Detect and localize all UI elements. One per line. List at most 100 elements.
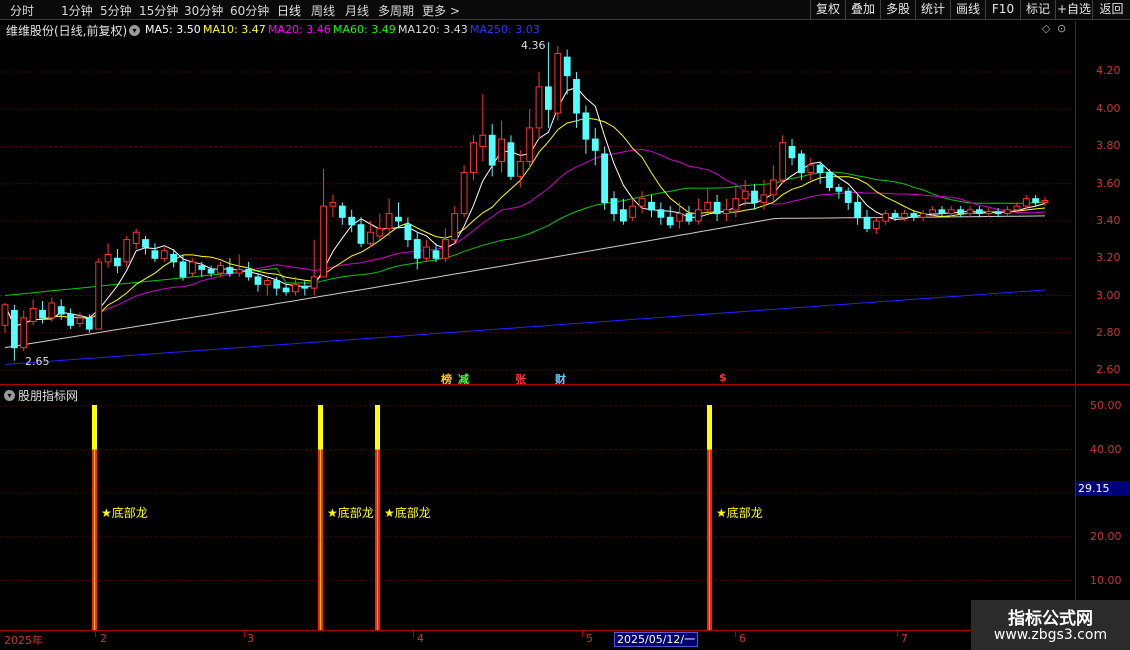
candle-up — [732, 198, 740, 211]
tab-multi-period[interactable]: 多周期 — [378, 2, 414, 19]
candle-up — [479, 134, 487, 148]
candle-up — [76, 317, 84, 324]
price-tick: 3.60 — [1096, 177, 1121, 190]
tab-15min[interactable]: 15分钟 — [139, 2, 178, 19]
candle-up — [901, 213, 908, 218]
tab-fenshi[interactable]: 分时 — [10, 2, 34, 19]
candle-up — [526, 127, 534, 162]
candle-down — [198, 265, 206, 270]
candle-up — [723, 209, 730, 215]
date-label: 7 — [901, 632, 908, 645]
tab-60min[interactable]: 60分钟 — [230, 2, 269, 19]
price-tick: 3.20 — [1096, 251, 1121, 264]
signal-bar-core — [94, 449, 95, 630]
candle-down — [994, 211, 1002, 215]
candle-down — [39, 309, 46, 319]
candle-down — [591, 138, 599, 151]
ma10-label: MA10: 3.47 — [203, 23, 266, 36]
add-watchlist-button[interactable]: +自选 — [1055, 0, 1092, 20]
candle-up — [1, 304, 9, 326]
price-tick: 2.60 — [1096, 363, 1121, 376]
low-annotation: 2.65 — [25, 355, 50, 368]
ma20-label: MA20: 3.46 — [268, 23, 331, 36]
candle-up — [807, 164, 815, 173]
restore-rights-button[interactable]: 复权 — [810, 0, 845, 20]
tab-30min[interactable]: 30分钟 — [184, 2, 223, 19]
date-axis: 2025年 2 3 4 5 6 7 2025/05/12/一 — [0, 630, 1075, 650]
candle-down — [713, 201, 721, 215]
candle-down — [114, 257, 121, 267]
candle-down — [573, 79, 580, 114]
candle-down — [404, 224, 412, 241]
candle-up — [217, 265, 224, 274]
candle-up — [779, 142, 787, 181]
tab-weekly[interactable]: 周线 — [311, 2, 335, 19]
watermark-url: www.zbgs3.com — [993, 627, 1108, 643]
chevron-down-icon[interactable]: ▾ — [129, 25, 140, 36]
statistics-button[interactable]: 统计 — [915, 0, 950, 20]
date-label: 4 — [417, 632, 424, 645]
overlay-button[interactable]: 叠加 — [845, 0, 880, 20]
candle-up — [1041, 200, 1049, 203]
candle-down — [395, 216, 402, 222]
indicator-chart[interactable] — [0, 385, 1075, 630]
mark-button[interactable]: 标记 — [1020, 0, 1055, 20]
candle-down — [854, 201, 862, 218]
date-separator — [413, 631, 414, 637]
candle-up — [320, 205, 328, 278]
candle-up — [535, 86, 543, 129]
tab-monthly[interactable]: 月线 — [345, 2, 369, 19]
diamond-icon[interactable]: ◇ — [1042, 22, 1050, 35]
event-marker-dollar[interactable]: $ — [719, 371, 727, 384]
candle-up — [1022, 198, 1030, 207]
date-label: 2025年 — [4, 634, 43, 647]
tab-daily[interactable]: 日线 — [277, 2, 301, 19]
tab-more[interactable]: 更多 > — [422, 2, 460, 19]
candle-down — [179, 261, 187, 278]
multi-stock-button[interactable]: 多股 — [880, 0, 915, 20]
candle-up — [123, 239, 131, 263]
high-annotation: 4.36 — [521, 39, 546, 52]
candle-up — [20, 317, 28, 349]
signal-bar-cap — [92, 405, 97, 450]
indicator-tick: 20.00 — [1090, 530, 1122, 543]
candle-up — [104, 254, 112, 263]
indicator-axis — [1075, 385, 1130, 630]
candle-up — [929, 209, 937, 215]
tab-1min[interactable]: 1分钟 — [61, 2, 93, 19]
candle-down — [835, 187, 843, 192]
back-button[interactable]: 返回 — [1092, 0, 1130, 20]
candle-up — [966, 209, 974, 215]
candlestick-chart[interactable] — [0, 38, 1075, 384]
candle-up — [310, 276, 318, 289]
signal-bar-cap — [707, 405, 712, 450]
f10-button[interactable]: F10 — [985, 0, 1020, 20]
ma5-label: MA5: 3.50 — [145, 23, 201, 36]
tab-5min[interactable]: 5分钟 — [100, 2, 132, 19]
date-separator — [897, 631, 898, 637]
ma250-line — [4, 289, 1046, 365]
zoom-icon[interactable]: ⊙ — [1057, 22, 1066, 35]
candle-up — [554, 52, 562, 114]
ma250-label: MA250: 3.03 — [470, 23, 540, 36]
candle-down — [648, 201, 655, 211]
candle-down — [245, 268, 252, 278]
price-tick: 2.80 — [1096, 326, 1121, 339]
candle-up — [385, 213, 393, 230]
candle-down — [610, 198, 618, 215]
candle-down — [282, 287, 290, 293]
signal-label: ★底部龙 — [327, 506, 374, 520]
stock-title: 维维股份(日线,前复权) — [6, 24, 128, 38]
candle-down — [957, 209, 965, 215]
candle-down — [11, 309, 18, 349]
date-separator — [735, 631, 736, 637]
candle-down — [910, 213, 918, 218]
candle-down — [657, 209, 665, 218]
candle-down — [601, 153, 609, 203]
candle-up — [460, 172, 468, 215]
candle-down — [85, 317, 93, 330]
candle-down — [816, 164, 824, 173]
top-toolbar: 分时 1分钟 5分钟 15分钟 30分钟 60分钟 日线 周线 月线 多周期 更… — [0, 0, 1130, 20]
draw-line-button[interactable]: 画线 — [950, 0, 985, 20]
ma120-line — [4, 215, 1046, 349]
